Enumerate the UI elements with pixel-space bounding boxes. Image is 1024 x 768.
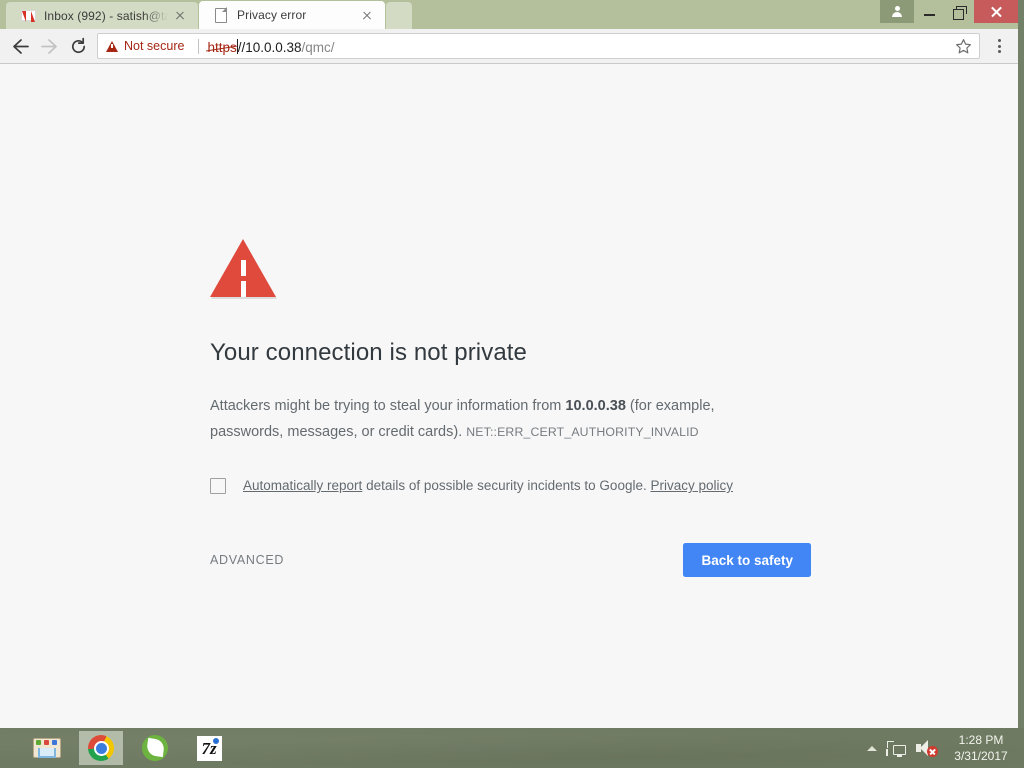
chrome-browser-window: Inbox (992) - satish@taa Privacy error N… (0, 0, 1018, 730)
address-bar[interactable]: Not secure https//10.0.0.38/qmc/ (97, 33, 980, 59)
tab-title: Privacy error (237, 8, 307, 22)
clock-date: 3/31/2017 (954, 749, 1008, 763)
star-icon[interactable] (951, 34, 975, 58)
three-dot-menu-icon[interactable] (986, 32, 1012, 60)
tab-privacy-error[interactable]: Privacy error (199, 1, 385, 29)
browser-toolbar: Not secure https//10.0.0.38/qmc/ (0, 29, 1018, 64)
automatically-report-link[interactable]: Automatically report (243, 478, 362, 493)
tab-title: Inbox (992) - satish@taa (44, 8, 168, 23)
page-title: Your connection is not private (210, 339, 527, 366)
taskbar-item-file-explorer[interactable] (24, 730, 70, 766)
clock[interactable]: 1:28 PM 3/31/2017 (950, 732, 1012, 764)
taskbar-item-spring-tool-suite[interactable] (132, 730, 178, 766)
tab-strip: Inbox (992) - satish@taa Privacy error (0, 0, 1018, 29)
omnibox-divider (198, 38, 200, 54)
tab-close-icon[interactable] (359, 7, 375, 23)
desktop: Inbox (992) - satish@taa Privacy error N… (0, 0, 1024, 768)
ssl-interstitial: Your connection is not private Attackers… (210, 239, 830, 577)
windows-taskbar: 7z 1:28 PM 3/31/2017 (0, 728, 1024, 768)
error-description-prefix: Attackers might be trying to steal your … (210, 398, 566, 414)
page-icon (213, 7, 229, 23)
advanced-button[interactable]: ADVANCED (210, 547, 284, 573)
window-caption-buttons (880, 0, 1018, 23)
leaf-icon (142, 735, 168, 761)
error-description: Attackers might be trying to steal your … (210, 393, 755, 445)
taskbar-app-buttons: 7z (0, 730, 232, 766)
chrome-icon (88, 735, 114, 761)
optin-middle-text: details of possible security incidents t… (362, 478, 651, 493)
url-path: /qmc/ (301, 40, 335, 55)
person-icon[interactable] (880, 0, 914, 23)
warning-triangle-icon (210, 239, 276, 297)
url-text[interactable]: https//10.0.0.38/qmc/ (207, 37, 335, 55)
error-host: 10.0.0.38 (565, 398, 626, 414)
error-code: NET::ERR_CERT_AUTHORITY_INVALID (466, 425, 699, 439)
back-arrow-icon[interactable] (6, 32, 34, 60)
security-status[interactable]: Not secure (106, 39, 184, 53)
action-row: ADVANCED Back to safety (210, 543, 811, 577)
close-icon[interactable] (974, 0, 1018, 23)
minimize-icon[interactable] (914, 0, 944, 23)
tab-close-icon[interactable] (172, 8, 188, 24)
tab-inbox[interactable]: Inbox (992) - satish@taa (6, 2, 198, 29)
gmail-icon (20, 8, 36, 24)
report-optin-label: Automatically report details of possible… (243, 477, 733, 495)
chevron-up-icon[interactable] (867, 745, 877, 751)
url-scheme: https (207, 40, 237, 55)
restore-icon[interactable] (944, 0, 974, 23)
file-explorer-icon (33, 736, 61, 760)
page-viewport: Your connection is not private Attackers… (0, 64, 1018, 729)
volume-muted-icon[interactable] (916, 739, 938, 757)
system-tray: 1:28 PM 3/31/2017 (867, 732, 1024, 764)
taskbar-item-google-chrome[interactable] (78, 730, 124, 766)
url-host: //10.0.0.38 (237, 40, 302, 55)
warning-triangle-icon (106, 40, 118, 52)
forward-arrow-icon (35, 32, 63, 60)
report-optin-row: Automatically report details of possible… (210, 477, 830, 495)
reload-icon[interactable] (64, 32, 92, 60)
taskbar-item-seven-zip[interactable]: 7z (186, 730, 232, 766)
back-to-safety-button[interactable]: Back to safety (683, 543, 811, 577)
clock-time: 1:28 PM (958, 733, 1004, 747)
privacy-policy-link[interactable]: Privacy policy (650, 478, 733, 493)
report-optin-checkbox[interactable] (210, 478, 226, 494)
security-label: Not secure (124, 39, 185, 53)
network-icon[interactable] (886, 740, 906, 757)
text-caret (236, 39, 238, 54)
seven-zip-icon: 7z (196, 735, 222, 761)
new-tab-button[interactable] (386, 2, 412, 29)
